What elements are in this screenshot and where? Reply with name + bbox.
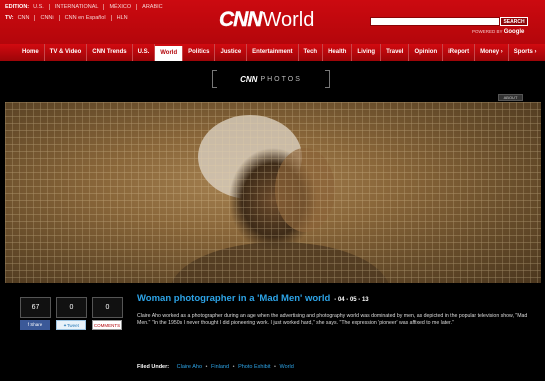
edition-selector: EDITION: U.S. INTERNATIONAL MÉXICO ARABI… xyxy=(5,4,168,10)
site-header: EDITION: U.S. INTERNATIONAL MÉXICO ARABI… xyxy=(0,0,545,44)
google-label: Google xyxy=(503,29,525,35)
nav-cnn-trends[interactable]: CNN Trends xyxy=(87,44,133,61)
photo-description: Claire Aho worked as a photographer duri… xyxy=(137,313,528,326)
nav-politics[interactable]: Politics xyxy=(183,44,216,61)
comment-count: 0 xyxy=(92,297,123,318)
logo-cnn: CNN xyxy=(219,8,263,31)
edition-mexico-link[interactable]: MÉXICO xyxy=(103,4,136,10)
tag-separator: • xyxy=(205,364,208,370)
nav-travel[interactable]: Travel xyxy=(381,44,410,61)
filed-under-label: Filed Under: xyxy=(137,364,170,370)
search-input[interactable] xyxy=(370,17,500,26)
tag-photo-exhibit[interactable]: Photo Exhibit xyxy=(238,364,270,370)
gallery-photo[interactable] xyxy=(5,102,541,283)
filed-under: Filed Under: Claire Aho • Finland • Phot… xyxy=(137,364,294,370)
tv-selector: TV: CNN CNNi CNN en Español HLN xyxy=(5,15,133,21)
powered-by-google: POWERED BY Google xyxy=(472,29,524,35)
nav-entertainment[interactable]: Entertainment xyxy=(247,44,299,61)
nav-health[interactable]: Health xyxy=(323,44,353,61)
nav-world[interactable]: World xyxy=(155,46,184,61)
nav-ireport[interactable]: iReport xyxy=(443,44,476,61)
powered-by-label: POWERED BY xyxy=(472,29,503,34)
nav-home[interactable]: Home xyxy=(17,44,45,61)
cnn-photos-header: CNN PHOTOS xyxy=(212,70,330,88)
nav-us[interactable]: U.S. xyxy=(133,44,156,61)
edition-us-link[interactable]: U.S. xyxy=(33,4,49,10)
tweet-button[interactable]: ✦Tweet xyxy=(56,320,86,330)
title-text: Woman photographer in a 'Mad Men' world xyxy=(137,293,331,304)
tag-world[interactable]: World xyxy=(279,364,293,370)
tag-separator: • xyxy=(232,364,235,370)
share-label: Share xyxy=(30,322,43,327)
edition-international-link[interactable]: INTERNATIONAL xyxy=(48,4,104,10)
tweet-label: Tweet xyxy=(66,323,79,328)
tv-cnni-link[interactable]: CNNi xyxy=(34,15,58,21)
nav-sports[interactable]: Sports › xyxy=(509,44,542,61)
right-bracket xyxy=(325,70,330,88)
facebook-share-button[interactable]: f Share xyxy=(20,320,50,330)
main-nav: Home TV & Video CNN Trends U.S. World Po… xyxy=(0,44,545,61)
nav-tech[interactable]: Tech xyxy=(299,44,324,61)
edition-arabic-link[interactable]: ARABIC xyxy=(136,4,167,10)
tweet-count: 0 xyxy=(56,297,87,318)
photo-date: - 04 - 05 - 13 xyxy=(334,297,369,303)
about-button[interactable]: ABOUT xyxy=(498,94,523,101)
tag-finland[interactable]: Finland xyxy=(211,364,229,370)
share-count: 67 xyxy=(20,297,51,318)
nav-opinion[interactable]: Opinion xyxy=(409,44,444,61)
cnn-world-logo[interactable]: CNN World xyxy=(219,8,315,32)
comments-button[interactable]: COMMENTS xyxy=(92,320,122,330)
nav-tv-video[interactable]: TV & Video xyxy=(45,44,88,61)
left-bracket xyxy=(212,70,217,88)
tv-cnn-link[interactable]: CNN xyxy=(18,15,35,21)
nav-living[interactable]: Living xyxy=(352,44,382,61)
search-button[interactable]: SEARCH xyxy=(500,17,528,26)
tag-separator: • xyxy=(274,364,276,370)
photos-label: PHOTOS xyxy=(260,75,302,83)
tv-label: TV: xyxy=(5,15,14,21)
photo-artwork xyxy=(5,102,541,283)
tv-cnn-espanol-link[interactable]: CNN en Español xyxy=(58,15,111,21)
edition-label: EDITION: xyxy=(5,4,30,10)
nav-money[interactable]: Money › xyxy=(475,44,509,61)
nav-justice[interactable]: Justice xyxy=(215,44,248,61)
photos-cnn-logo: CNN xyxy=(240,74,258,84)
tv-hln-link[interactable]: HLN xyxy=(110,15,133,21)
tag-claire-aho[interactable]: Claire Aho xyxy=(177,364,202,370)
logo-world: World xyxy=(262,8,315,31)
photo-title[interactable]: Woman photographer in a 'Mad Men' world -… xyxy=(137,293,369,304)
